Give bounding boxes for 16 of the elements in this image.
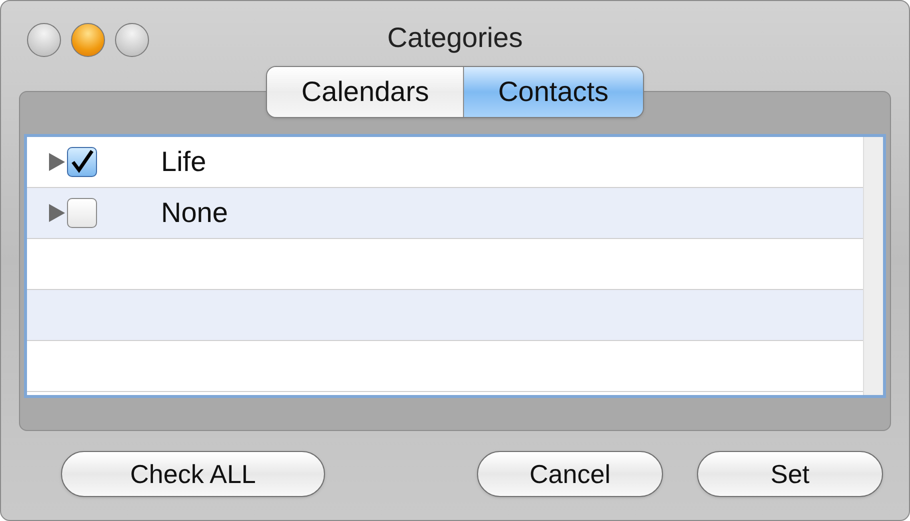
checkbox[interactable] (67, 147, 97, 177)
tab[interactable]: Calendars (267, 67, 464, 117)
push-button[interactable]: Check ALL (61, 451, 325, 497)
row-label: None (161, 196, 228, 230)
window-title: Categories (387, 21, 523, 55)
disclosure-triangle-icon[interactable] (49, 153, 65, 171)
disclosure-triangle-icon[interactable] (49, 204, 65, 222)
zoom-button[interactable] (115, 23, 149, 57)
minimize-button[interactable] (71, 23, 105, 57)
checkmark-icon (70, 149, 94, 173)
tab[interactable]: Contacts (463, 67, 643, 117)
close-button[interactable] (27, 23, 61, 57)
checkbox[interactable] (67, 198, 97, 228)
push-button[interactable]: Cancel (477, 451, 663, 497)
push-button[interactable]: Set (697, 451, 883, 497)
row-label: Life (161, 145, 206, 179)
